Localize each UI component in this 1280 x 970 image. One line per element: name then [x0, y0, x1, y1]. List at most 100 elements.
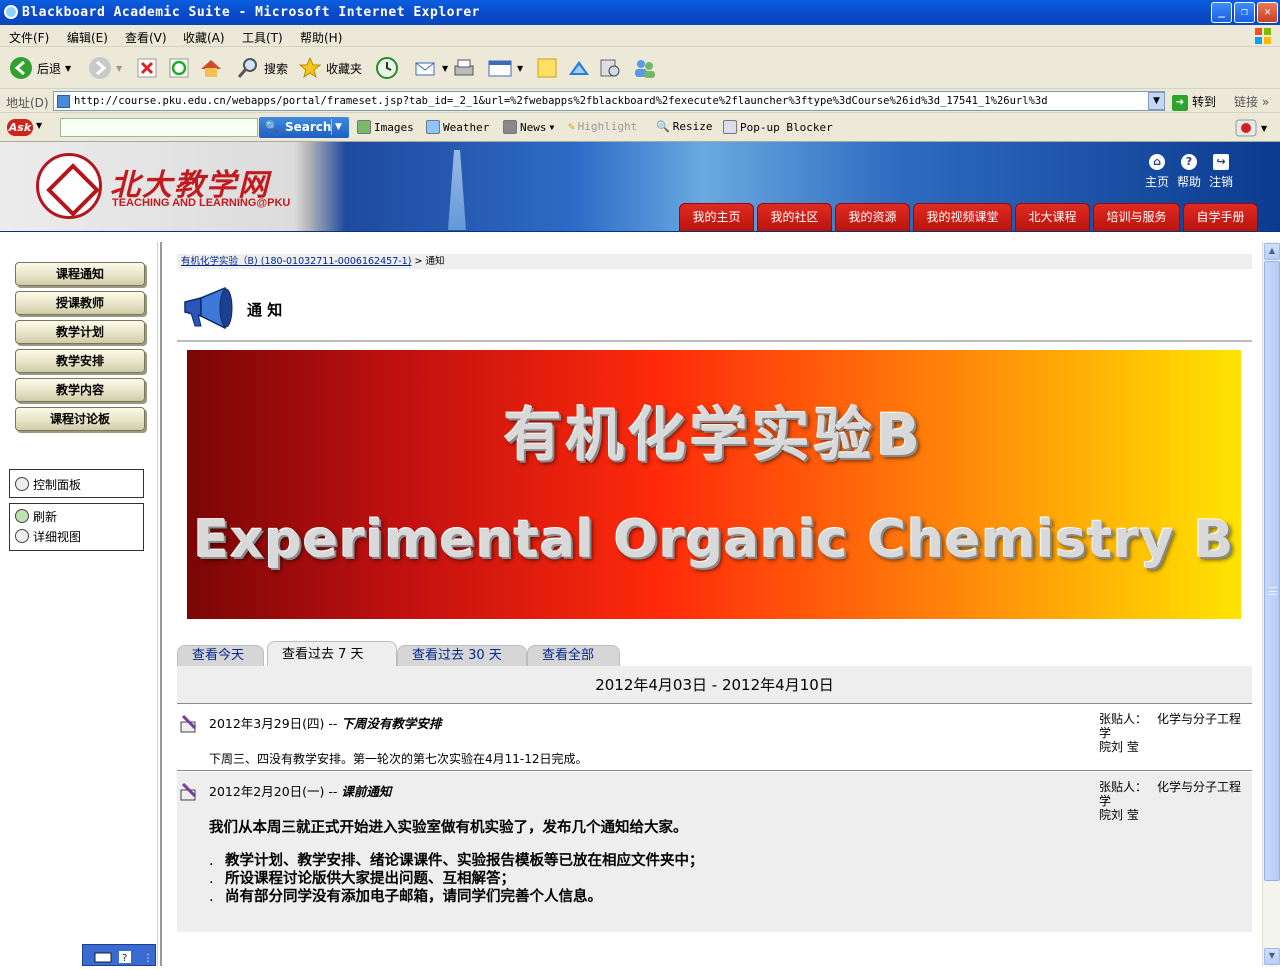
announcement-pen-icon: [180, 782, 197, 801]
edit-button[interactable]: ▼: [487, 55, 523, 81]
menu-tools[interactable]: 工具(T): [242, 29, 283, 46]
ime-keyboard-toolbar[interactable]: ? ⋮: [82, 944, 156, 966]
scroll-down-button[interactable]: ▼: [1264, 948, 1280, 965]
detail-view-link[interactable]: 详细视图: [10, 526, 143, 546]
nav-training-service[interactable]: 培训与服务: [1093, 203, 1180, 231]
menu-file[interactable]: 文件(F): [9, 29, 49, 46]
ask-logo[interactable]: Ask: [7, 119, 33, 136]
ask-highlight[interactable]: ✎ Highlight: [568, 120, 637, 133]
page-title: 通 知: [247, 301, 283, 319]
svg-text:⋮: ⋮: [143, 953, 153, 964]
forward-button[interactable]: ▼: [88, 55, 122, 81]
detail-view-icon: [15, 529, 29, 543]
back-button[interactable]: 后退 ▼: [9, 55, 71, 81]
refresh-link[interactable]: 刷新: [10, 506, 143, 526]
view-filter-tabs: 查看今天 查看过去 7 天 查看过去 30 天 查看全部: [177, 641, 1252, 666]
bullet-item: 所设课程讨论版供大家提出问题、互相解答；: [209, 870, 704, 888]
address-dropdown[interactable]: ▼: [1148, 92, 1165, 110]
logout-icon: ↪: [1213, 154, 1229, 170]
menu-edit[interactable]: 编辑(E): [67, 29, 108, 46]
print-button[interactable]: [452, 55, 476, 81]
links-button[interactable]: 链接 »: [1234, 93, 1269, 110]
poster-name: 院刘 莹: [1099, 808, 1139, 822]
help-link[interactable]: ? 帮助: [1174, 154, 1204, 190]
nav-my-community[interactable]: 我的社区: [757, 203, 832, 231]
poster-label: 张贴人：: [1099, 712, 1148, 726]
house-icon: ⌂: [1149, 154, 1165, 170]
ask-weather[interactable]: Weather: [426, 120, 489, 134]
refresh-button[interactable]: [168, 55, 190, 81]
mail-button[interactable]: ▼: [414, 55, 448, 81]
nav-self-study-manual[interactable]: 自学手册: [1183, 203, 1258, 231]
maximize-button[interactable]: ❐: [1234, 2, 1255, 23]
main-content: 有机化学实验（B) (180-01032711-0006162457-1) > …: [177, 242, 1252, 966]
favorites-button[interactable]: 收藏夹: [298, 55, 362, 81]
home-link[interactable]: ⌂ 主页: [1142, 154, 1172, 190]
resize-icon: 🔍: [656, 120, 670, 133]
menu-content[interactable]: 教学内容: [15, 378, 145, 402]
portal-logo-en: TEACHING AND LEARNING@PKU: [112, 197, 291, 209]
refresh-label: 刷新: [33, 509, 58, 524]
nav-my-resources[interactable]: 我的资源: [835, 203, 910, 231]
window-titlebar: Blackboard Academic Suite - Microsoft In…: [0, 0, 1280, 25]
menu-view[interactable]: 查看(V): [125, 29, 167, 46]
ask-popup-blocker[interactable]: Pop-up Blocker: [723, 120, 833, 134]
menu-instructors[interactable]: 授课教师: [15, 291, 145, 315]
tab-view-last-30-days[interactable]: 查看过去 30 天: [397, 645, 527, 666]
nav-pku-courses[interactable]: 北大课程: [1015, 203, 1090, 231]
course-banner-cn: 有机化学实验B: [503, 401, 925, 469]
menu-help[interactable]: 帮助(H): [300, 29, 342, 46]
announcement-subject: 课前通知: [341, 784, 392, 799]
vertical-scrollbar[interactable]: ▲ ▼: [1262, 242, 1280, 966]
ask-resize[interactable]: 🔍 Resize: [656, 120, 712, 133]
messenger-button[interactable]: [567, 55, 591, 81]
menu-course-announcements[interactable]: 课程通知: [15, 262, 145, 286]
breadcrumb-course-link[interactable]: 有机化学实验（B) (180-01032711-0006162457-1): [181, 256, 411, 267]
note-button[interactable]: [536, 55, 558, 81]
ask-highlight-label: Highlight: [577, 120, 638, 133]
logout-link[interactable]: ↪ 注销: [1206, 154, 1236, 190]
view-options-box: 刷新 详细视图: [9, 503, 144, 551]
close-button[interactable]: ✕: [1257, 2, 1278, 23]
megaphone-icon: [184, 286, 233, 330]
page-icon: [57, 95, 70, 108]
ask-images[interactable]: Images: [357, 120, 414, 134]
stop-button[interactable]: [136, 55, 158, 81]
back-arrow-icon: [10, 57, 32, 79]
ask-news[interactable]: News ▼: [503, 120, 554, 134]
ask-menu-arrow[interactable]: ▼: [36, 121, 42, 130]
nav-my-home[interactable]: 我的主页: [679, 203, 754, 231]
ask-search-button[interactable]: Search ▼: [259, 117, 349, 138]
nav-my-video-class[interactable]: 我的视频课堂: [913, 203, 1012, 231]
scroll-thumb[interactable]: [1264, 261, 1280, 881]
scroll-up-button[interactable]: ▲: [1264, 243, 1280, 260]
history-button[interactable]: [375, 55, 399, 81]
control-panel-link[interactable]: 控制面板: [10, 474, 143, 494]
tab-view-last-7-days[interactable]: 查看过去 7 天: [267, 641, 397, 666]
minimize-button[interactable]: _: [1211, 2, 1232, 23]
menu-syllabus[interactable]: 教学计划: [15, 320, 145, 344]
announcement-item: 2012年2月20日(一) -- 课前通知 张贴人： 化学与分子工程学 院刘 莹 我…: [177, 772, 1252, 932]
search-label: 搜索: [264, 61, 289, 76]
toolbar-options-icon[interactable]: ▼: [1235, 118, 1271, 138]
tab-view-today[interactable]: 查看今天: [177, 645, 264, 666]
tab-view-all[interactable]: 查看全部: [527, 645, 620, 666]
menu-schedule[interactable]: 教学安排: [15, 349, 145, 373]
ie-icon: [4, 5, 18, 19]
home-button[interactable]: [199, 55, 223, 81]
ask-search-input[interactable]: [60, 118, 258, 137]
go-button[interactable]: ➔ 转到: [1172, 93, 1216, 111]
address-input[interactable]: http://course.pku.edu.cn/webapps/portal/…: [53, 91, 1165, 111]
research-button[interactable]: [598, 55, 622, 81]
users-button[interactable]: [632, 55, 658, 81]
menu-discussion-board[interactable]: 课程讨论板: [15, 407, 145, 431]
svg-text:?: ?: [122, 953, 127, 964]
menu-favorites[interactable]: 收藏(A): [183, 29, 225, 46]
svg-text:▼: ▼: [1261, 124, 1268, 133]
keyboard-icon: ? ⋮: [94, 951, 153, 964]
search-button[interactable]: 搜索: [236, 55, 288, 81]
announcement-pen-icon: [180, 714, 197, 733]
logout-link-label: 注销: [1208, 175, 1233, 189]
announcement-poster: 张贴人： 化学与分子工程学 院刘 莹: [1099, 712, 1252, 754]
page-header: 通 知: [177, 282, 1252, 342]
